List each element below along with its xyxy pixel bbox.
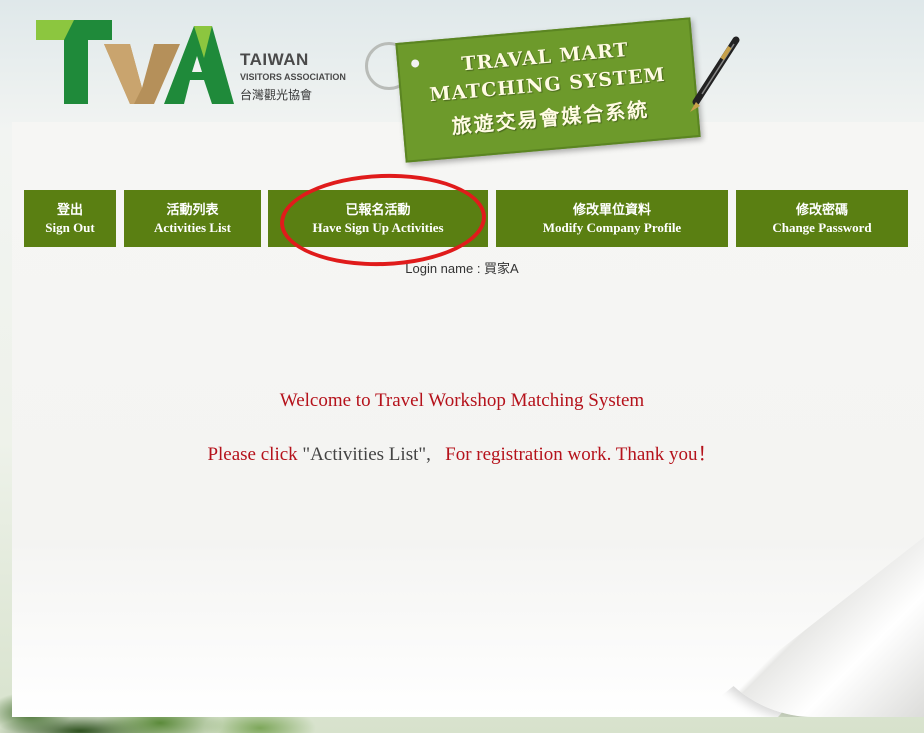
welcome-message: Welcome to Travel Workshop Matching Syst… <box>279 390 645 411</box>
pen-icon <box>690 36 740 112</box>
org-subtitle-en: VISITORS ASSOCIATION <box>240 72 346 82</box>
login-name: Login name : 買家A <box>405 261 519 276</box>
instruction-message: Please click "Activities List", For regi… <box>0 439 924 466</box>
nav-change-password-en: Change Password <box>772 219 872 235</box>
nav-modify-profile-en: Modify Company Profile <box>542 219 682 235</box>
instruction-part2: For registration work. Thank you！ <box>430 444 717 465</box>
nav-modify-profile-button[interactable]: 修改單位資料 Modify Company Profile <box>496 190 728 247</box>
nav-activities-list-button[interactable]: 活動列表 Activities List <box>124 190 261 247</box>
main-nav: 登出 Sign Out 活動列表 Activities List 已報名活動 H… <box>0 190 924 247</box>
nav-signed-up-activities-en: Have Sign Up Activities <box>312 219 444 235</box>
nav-activities-list-zh: 活動列表 <box>166 201 219 217</box>
nav-change-password-zh: 修改密碼 <box>795 201 848 217</box>
system-title-tag: TRAVAL MART MATCHING SYSTEM 旅遊交易會媒合系統 <box>395 17 701 163</box>
tva-logo[interactable]: TAIWAN VISITORS ASSOCIATION 台灣觀光協會 <box>34 18 374 110</box>
nav-activities-list-en: Activities List <box>154 219 231 235</box>
nav-sign-out-en: Sign Out <box>45 219 95 235</box>
nav-signed-up-activities-zh: 已報名活動 <box>345 201 411 217</box>
org-name-en: TAIWAN <box>240 50 309 69</box>
nav-change-password-button[interactable]: 修改密碼 Change Password <box>736 190 908 247</box>
nav-signed-up-activities-button[interactable]: 已報名活動 Have Sign Up Activities <box>268 190 488 247</box>
nav-sign-out-button[interactable]: 登出 Sign Out <box>24 190 116 247</box>
tva-logo-mark <box>36 20 234 104</box>
nav-sign-out-zh: 登出 <box>56 201 83 217</box>
instruction-part1: Please click <box>207 444 303 465</box>
org-name-zh: 台灣觀光協會 <box>240 88 313 102</box>
nav-modify-profile-zh: 修改單位資料 <box>572 201 651 217</box>
instruction-activities-list-quote: "Activities List", <box>302 444 431 465</box>
